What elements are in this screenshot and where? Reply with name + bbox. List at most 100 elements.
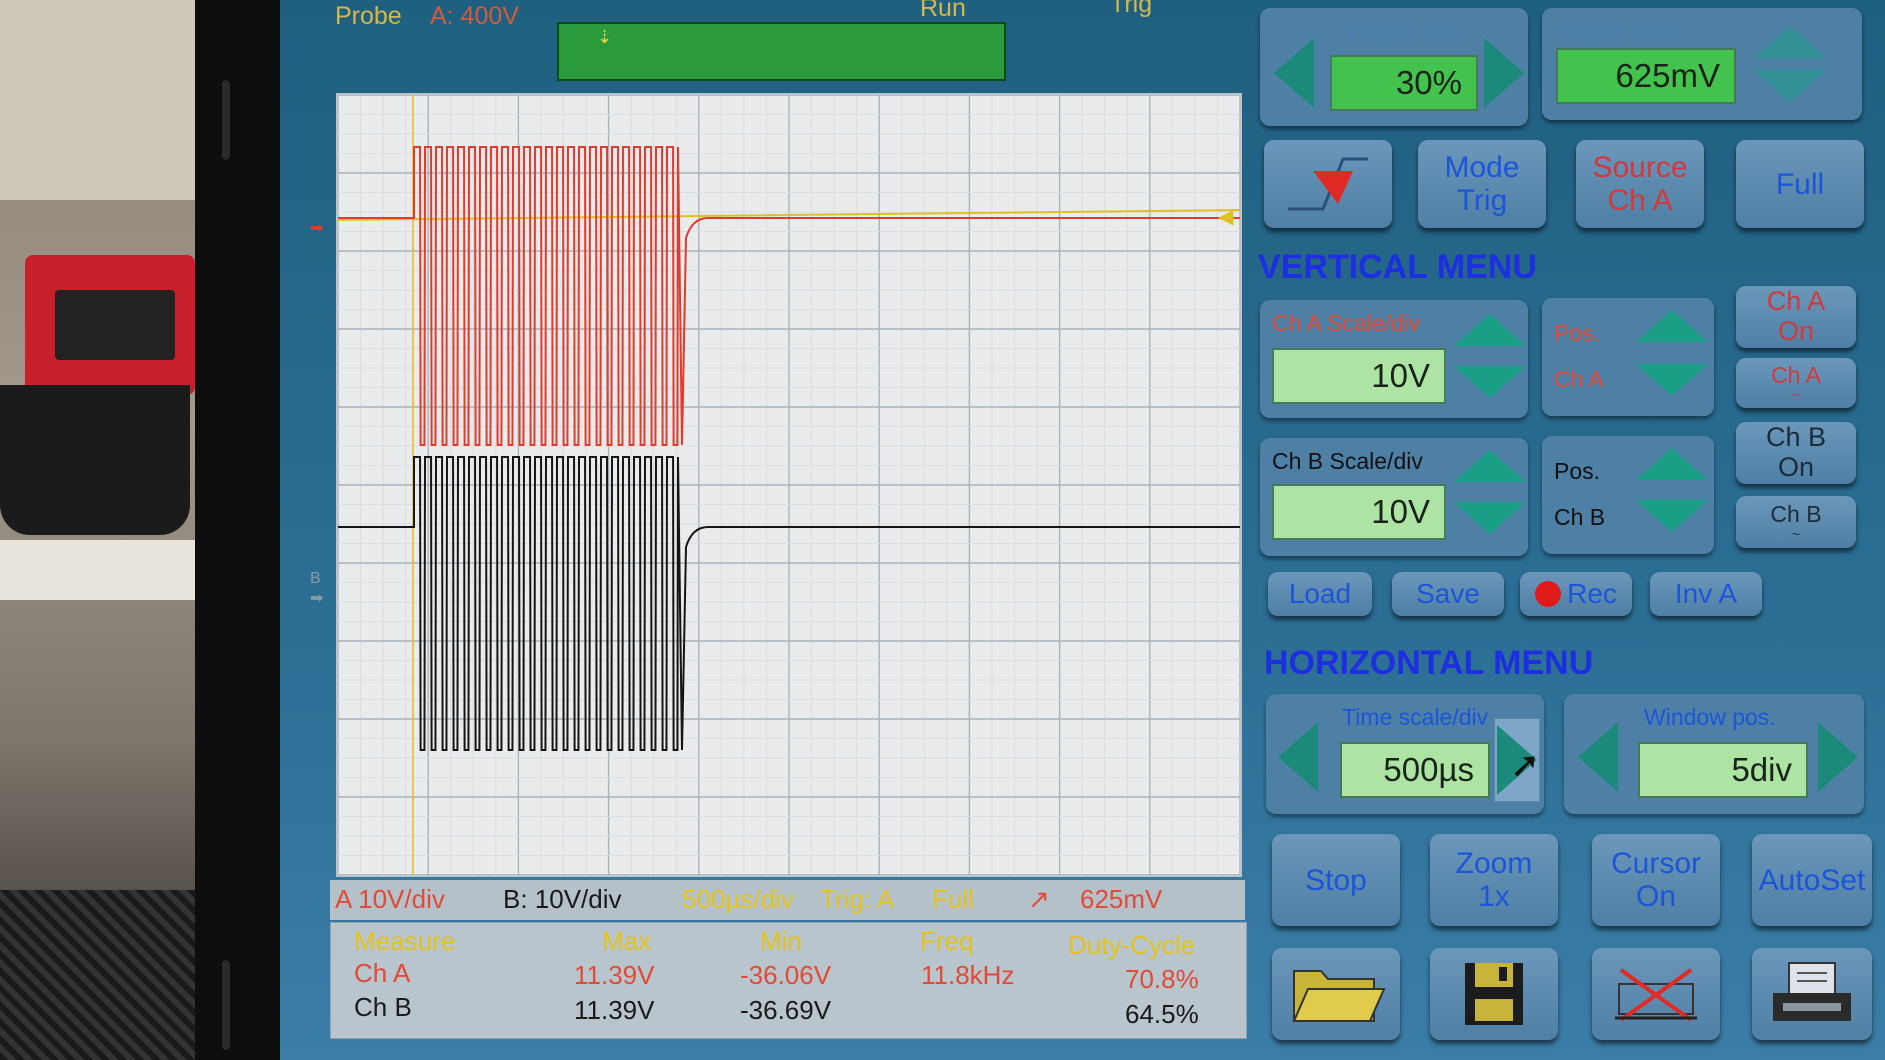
background-device-display bbox=[55, 290, 175, 360]
meas-cha-duty: 70.8% bbox=[1125, 964, 1199, 994]
window-pos-label: Window pos. bbox=[1644, 704, 1776, 730]
cha-coupling-button[interactable]: Ch A ~ bbox=[1736, 358, 1856, 408]
meas-cha-freq: 11.8kHz bbox=[921, 960, 1015, 990]
chb-marker-label: B bbox=[310, 570, 321, 587]
record-label: Rec bbox=[1567, 577, 1617, 609]
laptop-bezel bbox=[195, 0, 280, 1060]
cha-on-button[interactable]: Ch A On bbox=[1736, 286, 1856, 348]
trigger-level-up-arrow-icon[interactable] bbox=[1754, 26, 1826, 58]
cha-on-line2: On bbox=[1777, 316, 1815, 346]
chb-pos-channel: Ch B bbox=[1554, 504, 1606, 530]
trigger-position-bar[interactable]: ⇣ bbox=[557, 22, 1006, 81]
print-button[interactable] bbox=[1752, 948, 1872, 1040]
status-cha-scale: A 10V/div bbox=[335, 884, 445, 914]
chb-on-button[interactable]: Ch B On bbox=[1736, 422, 1856, 484]
cha-coupling-symbol: ~ bbox=[1791, 386, 1801, 403]
oscilloscope-screen: Probe A: 400V Run Trig ⇣ ➡ B ➡ ◀ A 10V/d… bbox=[280, 0, 1885, 1060]
status-chb-scale: B: 10V/div bbox=[503, 884, 622, 914]
cursor-button[interactable]: Cursor On bbox=[1592, 834, 1720, 926]
chb-scale-label: Ch B Scale/div bbox=[1272, 448, 1423, 474]
trigger-level-down-arrow-icon[interactable] bbox=[1754, 70, 1826, 102]
save-disk-button[interactable] bbox=[1430, 948, 1558, 1040]
mode-trig-line1: Mode bbox=[1444, 151, 1520, 184]
window-pos-left-arrow-icon[interactable] bbox=[1578, 722, 1618, 792]
meas-chb-name: Ch B bbox=[354, 992, 412, 1022]
chb-on-line2: On bbox=[1777, 452, 1815, 482]
mode-trig-line2: Trig bbox=[1456, 184, 1508, 217]
meas-chb-min: -36.69V bbox=[740, 995, 832, 1025]
trigger-position-panel: Trigger pos. 30% bbox=[1260, 8, 1528, 126]
chb-scale-value: 10V bbox=[1272, 484, 1446, 540]
zoom-line2: 1x bbox=[1478, 880, 1510, 913]
cursor-line2: On bbox=[1635, 880, 1677, 913]
full-button[interactable]: Full bbox=[1736, 140, 1864, 228]
cha-pos-channel: Ch A bbox=[1554, 366, 1604, 392]
chb-pos-up-arrow-icon[interactable] bbox=[1636, 448, 1708, 480]
trigger-pos-right-arrow-icon[interactable] bbox=[1484, 38, 1524, 108]
chb-pos-down-arrow-icon[interactable] bbox=[1636, 500, 1708, 532]
cha-scale-label: Ch A Scale/div bbox=[1272, 310, 1421, 336]
cha-scale-down-arrow-icon[interactable] bbox=[1454, 366, 1526, 398]
cha-pos-up-arrow-icon[interactable] bbox=[1636, 310, 1708, 342]
chb-on-line1: Ch B bbox=[1765, 422, 1827, 453]
rising-edge-icon bbox=[1288, 157, 1368, 211]
cha-scale-up-arrow-icon[interactable] bbox=[1454, 314, 1526, 346]
mode-trig-button[interactable]: Mode Trig bbox=[1418, 140, 1546, 228]
autoset-button[interactable]: AutoSet bbox=[1752, 834, 1872, 926]
invert-a-button[interactable]: Inv A bbox=[1650, 572, 1762, 616]
time-scale-left-arrow-icon[interactable] bbox=[1278, 722, 1318, 792]
chb-coupling-label: Ch B bbox=[1770, 500, 1822, 527]
chb-scale-up-arrow-icon[interactable] bbox=[1454, 450, 1526, 482]
run-label: Run bbox=[920, 0, 966, 22]
delete-button[interactable] bbox=[1592, 948, 1720, 1040]
trigger-position-marker-icon[interactable]: ⇣ bbox=[597, 27, 612, 48]
load-button[interactable]: Load bbox=[1268, 572, 1372, 616]
trigger-pos-label: Trigger pos. bbox=[1345, 18, 1467, 44]
save-button[interactable]: Save bbox=[1392, 572, 1504, 616]
chb-position-panel: Pos. Ch B bbox=[1542, 436, 1714, 554]
status-trig-mode: Full bbox=[932, 884, 974, 914]
trigger-edge-button[interactable] bbox=[1264, 140, 1392, 228]
window-pos-value: 5div bbox=[1638, 742, 1808, 798]
waveform-display[interactable] bbox=[336, 93, 1242, 877]
bezel-hinge-bottom bbox=[222, 960, 230, 1050]
meas-cha-max: 11.39V bbox=[574, 960, 655, 990]
background-cup bbox=[0, 385, 190, 535]
cha-scale-panel: Ch A Scale/div 10V bbox=[1260, 300, 1528, 418]
window-position-panel: Window pos. 5div bbox=[1564, 694, 1864, 814]
meas-header-min: Min bbox=[760, 926, 802, 956]
window-pos-right-arrow-icon[interactable] bbox=[1818, 722, 1858, 792]
printer-icon bbox=[1773, 962, 1851, 1021]
cha-ground-marker-icon[interactable]: ➡ bbox=[310, 218, 323, 238]
meas-cha-name: Ch A bbox=[354, 958, 411, 988]
trig-status-label: Trig bbox=[1110, 0, 1153, 18]
probe-label: Probe bbox=[335, 2, 402, 30]
chb-coupling-button[interactable]: Ch B ~ bbox=[1736, 496, 1856, 548]
background-grille bbox=[0, 890, 200, 1060]
time-scale-label: Time scale/div bbox=[1342, 704, 1489, 730]
meas-header-max: Max bbox=[602, 926, 652, 956]
stop-button[interactable]: Stop bbox=[1272, 834, 1400, 926]
meas-header-measure: Measure bbox=[354, 926, 456, 956]
waveform-svg bbox=[338, 95, 1240, 875]
source-cha-button[interactable]: Source Ch A bbox=[1576, 140, 1704, 228]
vertical-menu-title: VERTICAL MENU bbox=[1258, 248, 1537, 286]
floppy-disk-icon bbox=[1465, 963, 1523, 1025]
chb-ground-marker-icon[interactable]: ➡ bbox=[310, 588, 323, 608]
cha-coupling-label: Ch A bbox=[1771, 361, 1821, 388]
time-scale-value: 500µs bbox=[1340, 742, 1490, 798]
status-trig-source: Trig: A bbox=[820, 884, 895, 914]
chb-scale-down-arrow-icon[interactable] bbox=[1454, 502, 1526, 534]
record-button[interactable]: Rec bbox=[1520, 572, 1632, 616]
load-label: Load bbox=[1288, 577, 1352, 609]
chb-scale-panel: Ch B Scale/div 10V bbox=[1260, 438, 1528, 556]
zoom-button[interactable]: Zoom 1x bbox=[1430, 834, 1558, 926]
open-folder-button[interactable] bbox=[1272, 948, 1400, 1040]
trigger-level-marker-icon[interactable]: ◀ bbox=[1218, 204, 1233, 229]
cha-pos-down-arrow-icon[interactable] bbox=[1636, 364, 1708, 396]
source-line1: Source bbox=[1592, 151, 1688, 184]
time-scale-panel: Time scale/div 500µs ➚ bbox=[1266, 694, 1544, 814]
delete-x-icon bbox=[1615, 968, 1697, 1022]
trigger-pos-left-arrow-icon[interactable] bbox=[1274, 38, 1314, 108]
invert-a-label: Inv A bbox=[1674, 577, 1738, 609]
